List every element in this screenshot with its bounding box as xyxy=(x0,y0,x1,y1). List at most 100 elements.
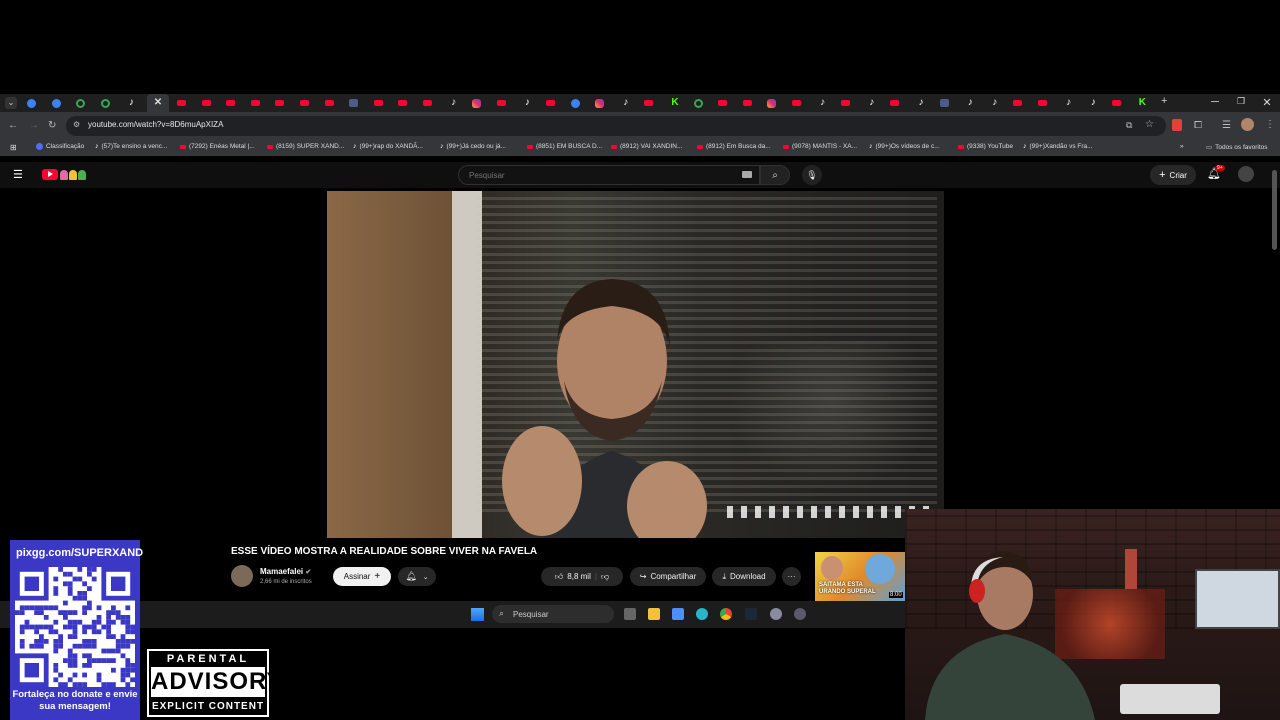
all-bookmarks[interactable]: ▭ Todos os favoritos xyxy=(1206,143,1268,152)
subscribe-button[interactable]: Assinar + xyxy=(333,567,391,586)
apps-icon[interactable]: ⊞ xyxy=(10,143,17,152)
browser-tab-yt-icon[interactable] xyxy=(398,100,408,106)
file-explorer-icon[interactable] xyxy=(648,608,660,620)
app-icon[interactable] xyxy=(794,608,806,620)
browser-tab-google-icon[interactable] xyxy=(100,99,110,108)
browser-tab-tt-icon[interactable]: ♪ xyxy=(620,97,632,109)
bookmark-star-icon[interactable]: ☆ xyxy=(1145,119,1154,130)
task-view-icon[interactable] xyxy=(624,608,636,620)
search-box[interactable] xyxy=(458,165,760,185)
browser-tab-yt-icon[interactable] xyxy=(718,100,728,106)
browser-tab-yt-icon[interactable] xyxy=(177,100,186,106)
browser-tab-yt-icon[interactable] xyxy=(300,100,309,106)
browser-tab-tt-icon[interactable]: ♪ xyxy=(989,97,1001,109)
youtube-logo[interactable] xyxy=(42,168,94,182)
browser-tab-circle-icon[interactable] xyxy=(27,99,36,108)
extensions-icon[interactable]: ⧠ xyxy=(1194,120,1202,131)
bookmark-item[interactable]: (9338) YouTube xyxy=(958,143,1013,150)
browser-tab-yt-icon[interactable] xyxy=(841,100,851,106)
tab-list-icon[interactable]: ☰ xyxy=(1222,120,1231,131)
browser-tab-yt-icon[interactable] xyxy=(890,100,900,106)
browser-tab-yt-icon[interactable] xyxy=(496,100,506,106)
store-icon[interactable] xyxy=(672,608,684,620)
browser-tab-yt-icon[interactable] xyxy=(792,100,801,106)
browser-tab-yt-icon[interactable] xyxy=(324,100,334,106)
bookmark-item[interactable]: ♪ (99+)Xandão vs Fra... xyxy=(1023,143,1093,150)
bookmark-item[interactable]: (7292) Enéas Metal |... xyxy=(180,143,255,150)
browser-tab-google-icon[interactable] xyxy=(693,99,703,108)
browser-tab-yt-icon[interactable] xyxy=(250,100,260,106)
site-info-icon[interactable]: ⚙ xyxy=(73,120,80,129)
close-window-icon[interactable]: ✕ xyxy=(1260,96,1274,109)
browser-tab-tt-icon[interactable]: ♪ xyxy=(817,97,829,109)
extension-red-icon[interactable] xyxy=(1172,119,1182,131)
bookmark-item[interactable]: (8159) SUPER XAND... xyxy=(267,143,344,150)
new-tab-icon[interactable]: + xyxy=(1161,95,1167,107)
browser-tab-circle-icon[interactable] xyxy=(51,99,61,108)
channel-avatar[interactable] xyxy=(231,565,253,587)
page-scrollbar[interactable] xyxy=(1272,170,1277,250)
profile-avatar[interactable] xyxy=(1241,118,1254,131)
browser-tab-sq-icon[interactable] xyxy=(939,99,949,107)
browser-tab-yt-icon[interactable] xyxy=(1013,100,1023,106)
download-button[interactable]: ⤓ Download xyxy=(712,567,776,586)
channel-name[interactable]: Mamaefalei ✔ xyxy=(260,567,311,576)
browser-tab-tt-icon[interactable]: ♪ xyxy=(1063,97,1075,109)
browser-tab-yt-icon[interactable] xyxy=(201,100,211,106)
more-actions-button[interactable]: ··· xyxy=(782,567,801,586)
browser-tab-yt-icon[interactable] xyxy=(275,100,285,106)
browser-tab-tt-icon[interactable]: ♪ xyxy=(448,97,460,109)
hamburger-menu-icon[interactable]: ☰ xyxy=(13,168,23,181)
back-icon[interactable]: ← xyxy=(8,120,18,131)
dislike-button[interactable]: 👎︎ xyxy=(601,572,609,582)
search-button[interactable]: ⌕ xyxy=(760,165,790,185)
browser-tab-yt-icon[interactable] xyxy=(226,100,236,106)
share-button[interactable]: ↪ Compartilhar xyxy=(630,567,706,586)
browser-tab-yt-icon[interactable] xyxy=(1111,100,1121,106)
browser-tab-tt-icon[interactable]: ♪ xyxy=(866,97,878,109)
account-avatar[interactable] xyxy=(1238,166,1254,182)
browser-tab-circle-icon[interactable] xyxy=(570,99,580,108)
bookmark-item[interactable]: (8912) VAI XANDIN... xyxy=(611,143,682,150)
windows-start-icon[interactable] xyxy=(471,608,484,621)
browser-tab-yt-icon[interactable] xyxy=(373,100,383,106)
more-bookmarks-icon[interactable]: » xyxy=(1180,143,1184,150)
recommended-video-thumbnail[interactable]: SAITAMA ESTA URANDO SUPERAL 8:00 xyxy=(815,552,905,602)
browser-tab-ig-icon[interactable] xyxy=(595,99,605,108)
create-button[interactable]: + Criar xyxy=(1150,165,1196,185)
steam-icon[interactable] xyxy=(745,608,757,620)
browser-tab-yt-icon[interactable] xyxy=(742,100,752,106)
menu-icon[interactable]: ⋮ xyxy=(1265,119,1275,130)
tab-search-icon[interactable]: ⌄ xyxy=(5,97,17,109)
taskbar-search[interactable]: ⌕ Pesquisar xyxy=(492,605,614,623)
install-app-icon[interactable]: ⧉ xyxy=(1126,120,1132,131)
notification-settings-button[interactable]: 🔔︎ ⌄ xyxy=(398,567,436,586)
minimize-icon[interactable]: ─ xyxy=(1208,96,1222,108)
active-tab-close-icon[interactable]: ✕ xyxy=(147,94,169,112)
browser-tab-kick-icon[interactable]: K xyxy=(1136,97,1148,109)
browser-tab-sq-icon[interactable] xyxy=(349,99,359,107)
search-input[interactable] xyxy=(467,170,731,181)
bookmark-item[interactable]: ♪ (57)Te ensino a venc... xyxy=(95,143,167,150)
bookmark-item[interactable]: (8912) Em Busca da... xyxy=(697,143,771,150)
settings-app-icon[interactable] xyxy=(770,608,782,620)
video-player[interactable] xyxy=(327,191,944,538)
browser-tab-ig-icon[interactable] xyxy=(472,99,482,108)
browser-tab-google-icon[interactable] xyxy=(76,99,86,108)
maximize-icon[interactable]: ❐ xyxy=(1234,96,1248,107)
browser-tab-kick-icon[interactable]: K xyxy=(669,97,681,109)
chrome-icon[interactable] xyxy=(720,608,732,620)
bookmark-item[interactable]: ♪ (99+)Já cedo ou já... xyxy=(440,143,506,150)
bookmark-item[interactable]: (8851) EM BUSCA D... xyxy=(527,143,602,150)
browser-tab-tt-icon[interactable]: ♪ xyxy=(964,97,976,109)
bookmark-item[interactable]: ♪ (99+)rap do XANDÃ... xyxy=(353,143,423,150)
browser-tab-ig-icon[interactable] xyxy=(767,99,777,108)
bookmark-item[interactable]: Classificação xyxy=(36,143,84,150)
browser-tab-tt-icon[interactable]: ♪ xyxy=(915,97,927,109)
bookmark-item[interactable]: ♪ (99+)Os vídeos de c... xyxy=(869,143,940,150)
forward-icon[interactable]: → xyxy=(29,120,39,131)
keyboard-icon[interactable] xyxy=(742,171,752,178)
reload-icon[interactable]: ↻ xyxy=(48,120,56,131)
browser-tab-yt-icon[interactable] xyxy=(423,100,432,106)
like-button[interactable]: 👍︎ 8,8 mil xyxy=(555,572,591,582)
